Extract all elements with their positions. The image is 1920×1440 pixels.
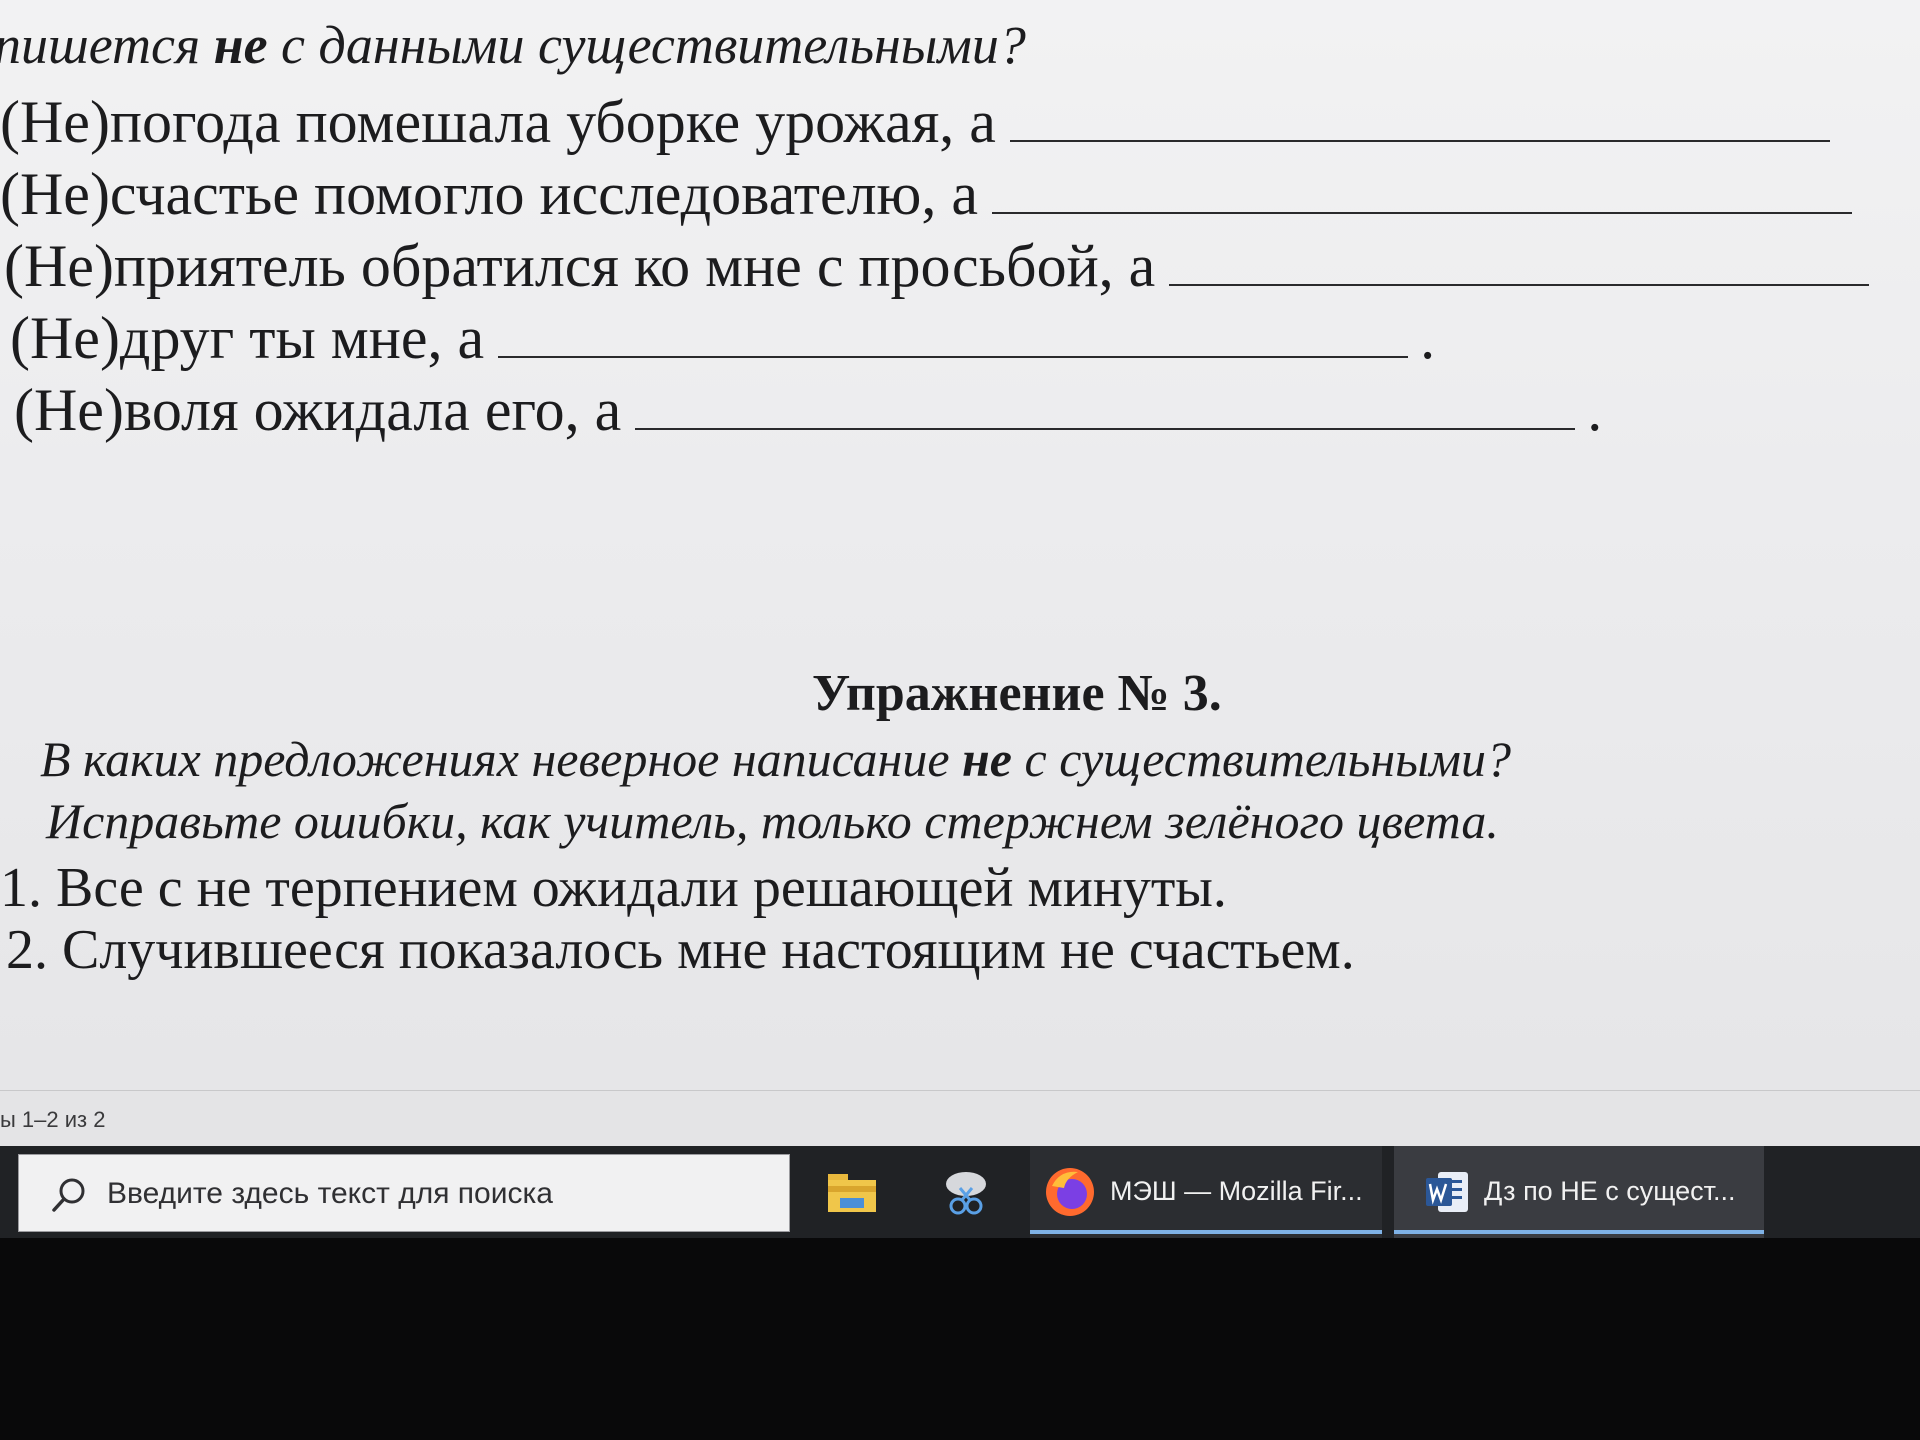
sentence-5: (Не)воля ожидала его, а. [14,377,1603,443]
exercise-item-1: 1. Все с не терпением ожидали решающей м… [0,857,1227,919]
word-window-title: Дз по НЕ с сущест... [1484,1176,1736,1206]
sentence-2: (Не)счастье помогло исследователю, а [0,160,1852,229]
active-indicator [1394,1230,1764,1234]
active-indicator [1030,1230,1382,1234]
answer-blank[interactable] [498,355,1409,358]
monitor-bezel [0,1238,1920,1440]
exercise-3-instruction: Исправьте ошибки, как учитель, только ст… [46,793,1499,849]
taskbar-app-word[interactable]: Дз по НЕ с сущест... [1394,1146,1764,1238]
word-icon [1426,1172,1468,1212]
taskbar-search[interactable]: Введите здесь текст для поиска [18,1154,790,1232]
sentence-1: (Не)погода помешала уборке урожая, а [0,88,1830,157]
answer-blank[interactable] [992,211,1852,214]
taskbar-app-firefox[interactable]: МЭШ — Mozilla Fir... [1030,1146,1382,1238]
exercise-2-question: пишется не с данными существительными? [0,15,1026,75]
search-icon [52,1178,85,1212]
answer-blank[interactable] [1169,283,1870,286]
firefox-window-title: МЭШ — Mozilla Fir... [1110,1176,1363,1206]
search-placeholder: Введите здесь текст для поиска [107,1177,553,1210]
file-explorer-icon[interactable] [824,1164,880,1220]
answer-blank[interactable] [1009,139,1830,142]
sentence-4: (Не)друг ты мне, а. [10,305,1436,371]
answer-blank[interactable] [635,427,1576,430]
exercise-item-2: 2. Случившееся показалось мне настоящим … [6,919,1355,981]
snipping-tool-icon[interactable] [938,1164,994,1220]
status-bar: ы 1–2 из 2 [0,1090,1920,1147]
exercise-3-title: Упражнение № 3. [812,665,1222,722]
windows-taskbar: Введите здесь текст для поиска МЭШ — Moz… [0,1146,1920,1238]
document-page: пишется не с данными существительными? (… [0,0,1920,1090]
page-counter[interactable]: ы 1–2 из 2 [0,1107,105,1133]
exercise-3-question: В каких предложениях неверное написание … [40,731,1511,787]
sentence-3: (Не)приятель обратился ко мне с просьбой… [4,232,1870,301]
firefox-icon [1046,1168,1094,1216]
